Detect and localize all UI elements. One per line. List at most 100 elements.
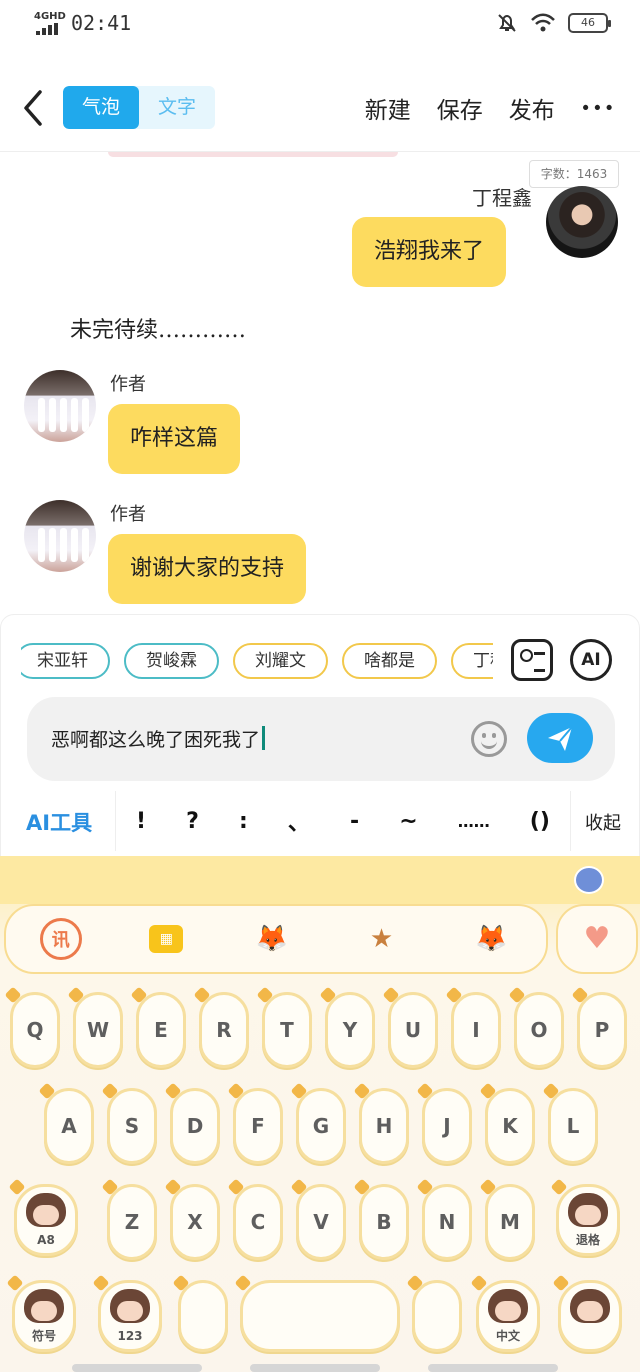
send-icon: [548, 726, 573, 751]
punct-exclamation[interactable]: !: [136, 809, 146, 834]
key-l[interactable]: L: [548, 1088, 598, 1164]
key-b[interactable]: B: [359, 1184, 409, 1260]
xunfei-icon[interactable]: 讯: [39, 918, 82, 960]
fox-icon[interactable]: 🦊: [251, 918, 293, 960]
signal-icon: [36, 23, 58, 35]
cookie-icon[interactable]: ★: [361, 918, 403, 960]
punct-question[interactable]: ?: [186, 809, 199, 834]
collapse-button[interactable]: 收起: [585, 809, 621, 835]
punct-parens[interactable]: (): [530, 809, 550, 834]
ai-button[interactable]: AI: [570, 639, 612, 681]
keyboard-top-strip: [0, 856, 640, 904]
key-d[interactable]: D: [170, 1088, 220, 1164]
status-icons: 46: [496, 12, 611, 34]
mode-toggle: 气泡 文字: [63, 86, 215, 129]
emoji-icon[interactable]: [471, 721, 507, 757]
save-button[interactable]: 保存: [437, 91, 483, 125]
avatar-sticker-icon: [26, 1193, 66, 1227]
chat-bubble[interactable]: 浩翔我来了: [352, 217, 507, 287]
key-h[interactable]: H: [359, 1088, 409, 1164]
ai-tools-button[interactable]: AI工具: [26, 807, 92, 837]
key-t[interactable]: T: [262, 992, 312, 1068]
tab-bubble[interactable]: 气泡: [63, 86, 139, 129]
key-e[interactable]: E: [136, 992, 186, 1068]
narration-text[interactable]: 未完待续…………: [70, 312, 246, 344]
key-j[interactable]: J: [422, 1088, 472, 1164]
enter-key[interactable]: [558, 1280, 622, 1352]
sender-name: 作者: [110, 374, 146, 395]
new-button[interactable]: 新建: [365, 91, 411, 125]
chat-bubble[interactable]: 谢谢大家的支持: [108, 534, 307, 604]
key-a[interactable]: A: [44, 1088, 94, 1164]
character-chip[interactable]: 宋亚轩: [21, 643, 110, 679]
avatar-sticker-icon: [488, 1289, 528, 1323]
tab-text[interactable]: 文字: [139, 86, 215, 129]
symbol-key[interactable]: 符号: [12, 1280, 76, 1352]
shift-key[interactable]: A8: [14, 1184, 78, 1256]
comma-key[interactable]: [178, 1280, 228, 1352]
publish-button[interactable]: 发布: [509, 91, 555, 125]
network-indicator: 4GHD: [34, 11, 66, 22]
battery-icon: 46: [568, 13, 611, 33]
key-p[interactable]: P: [577, 992, 627, 1068]
mute-bell-icon: [498, 14, 516, 32]
key-u[interactable]: U: [388, 992, 438, 1068]
bird-mascot-icon[interactable]: [574, 866, 604, 894]
space-key[interactable]: [240, 1280, 400, 1352]
character-chip[interactable]: 刘耀文: [233, 643, 328, 679]
punct-colon[interactable]: :: [239, 809, 248, 834]
key-w[interactable]: W: [73, 992, 123, 1068]
key-q[interactable]: Q: [10, 992, 60, 1068]
key-f[interactable]: F: [233, 1088, 283, 1164]
input-panel: 宋亚轩 贺峻霖 刘耀文 啥都是 丁程鑫 AI 恶啊都这么晚了困死我了 AI工具 …: [0, 614, 640, 858]
gesture-bar: [72, 1364, 202, 1372]
character-chip-list[interactable]: 宋亚轩 贺峻霖 刘耀文 啥都是 丁程鑫: [21, 643, 493, 679]
language-key[interactable]: 中文: [476, 1280, 540, 1352]
key-x[interactable]: X: [170, 1184, 220, 1260]
key-n[interactable]: N: [422, 1184, 472, 1260]
key-v[interactable]: V: [296, 1184, 346, 1260]
chat-area[interactable]: 字数：1463 丁程鑫 浩翔我来了 未完待续………… 作者 咋样这篇 作者 谢谢…: [0, 152, 640, 617]
soft-keyboard: 讯 ▦ 🦊 ★ 🦊 ♥ Q W E R T Y U I O P A S D F …: [0, 856, 640, 1372]
chat-bubble[interactable]: 咋样这篇: [108, 404, 241, 474]
key-s[interactable]: S: [107, 1088, 157, 1164]
key-i[interactable]: I: [451, 992, 501, 1068]
number-key[interactable]: 123: [98, 1280, 162, 1352]
gesture-bar: [428, 1364, 558, 1372]
tools-row: AI工具 ! ? : 、 - ~ …… () 收起: [1, 791, 640, 851]
key-g[interactable]: G: [296, 1088, 346, 1164]
send-button[interactable]: [527, 713, 593, 763]
period-key[interactable]: [412, 1280, 462, 1352]
key-m[interactable]: M: [485, 1184, 535, 1260]
punct-dash[interactable]: -: [350, 809, 359, 834]
key-k[interactable]: K: [485, 1088, 535, 1164]
back-button[interactable]: [18, 86, 48, 130]
sender-name: 丁程鑫: [472, 186, 532, 210]
character-list-icon[interactable]: [511, 639, 553, 681]
character-chip[interactable]: 丁程鑫: [451, 643, 493, 679]
key-y[interactable]: Y: [325, 992, 375, 1068]
avatar[interactable]: [546, 186, 618, 258]
character-chip[interactable]: 啥都是: [342, 643, 437, 679]
punct-comma[interactable]: 、: [288, 805, 310, 837]
avatar[interactable]: [24, 500, 96, 572]
word-count-badge: 字数：1463: [529, 160, 619, 188]
language-key-label: 中文: [495, 1329, 520, 1343]
punct-ellipsis[interactable]: ……: [458, 812, 490, 831]
key-o[interactable]: O: [514, 992, 564, 1068]
shift-key-label: A8: [37, 1233, 55, 1247]
message-input[interactable]: 恶啊都这么晚了困死我了: [27, 697, 615, 781]
keyboard-toolbar: 讯 ▦ 🦊 ★ 🦊: [4, 904, 548, 974]
avatar[interactable]: [24, 370, 96, 442]
character-chip[interactable]: 贺峻霖: [124, 643, 219, 679]
key-z[interactable]: Z: [107, 1184, 157, 1260]
fox-face-icon[interactable]: 🦊: [470, 918, 512, 960]
keyboard-icon[interactable]: ▦: [149, 925, 184, 953]
delete-key[interactable]: 退格: [556, 1184, 620, 1256]
more-icon[interactable]: ···: [581, 94, 616, 122]
heart-icon[interactable]: ♥: [556, 904, 638, 974]
gesture-bar: [250, 1364, 380, 1372]
key-c[interactable]: C: [233, 1184, 283, 1260]
punct-tilde[interactable]: ~: [399, 809, 417, 834]
key-r[interactable]: R: [199, 992, 249, 1068]
